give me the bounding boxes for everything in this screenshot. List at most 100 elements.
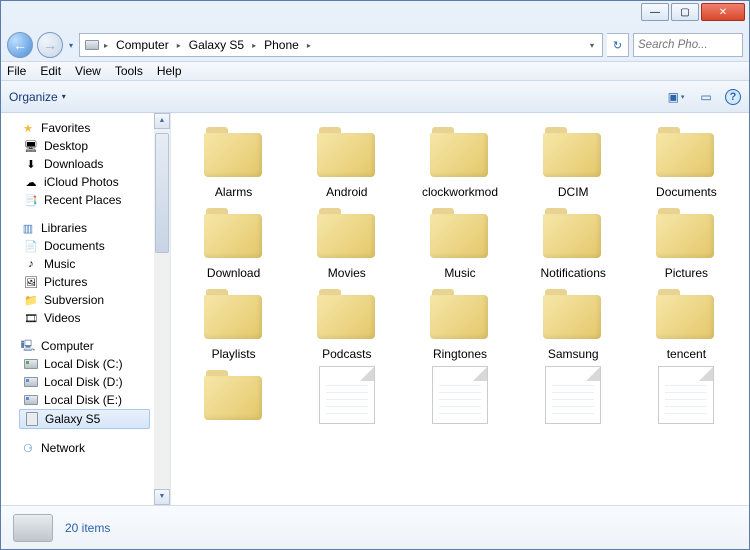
sidebar-item-icloud-photos[interactable]: ☁iCloud Photos xyxy=(1,173,152,191)
scroll-up-button[interactable]: ▲ xyxy=(154,113,170,129)
titlebar[interactable]: — ▢ ✕ xyxy=(1,1,749,29)
sidebar-item-label: Local Disk (E:) xyxy=(44,393,122,407)
folder-item[interactable]: Samsung xyxy=(517,285,630,362)
view-mode-button[interactable]: ▣ ▾ xyxy=(665,87,687,107)
breadcrumb-computer[interactable]: Computer xyxy=(112,38,173,52)
item-label: DCIM xyxy=(558,185,589,200)
desktop-icon: 🖥 xyxy=(23,139,39,153)
content-pane[interactable]: AlarmsAndroid clockworkmod DCIM Documents Do… xyxy=(171,113,749,505)
folder-item[interactable]: Music xyxy=(403,204,516,281)
sidebar-item-desktop[interactable]: 🖥 Desktop xyxy=(1,137,152,155)
folder-item[interactable]: Ringtones xyxy=(403,285,516,362)
folder-item[interactable]: Playlists xyxy=(177,285,290,362)
navigation-pane[interactable]: ★ Favorites 🖥 Desktop ⬇Downloads ☁iCloud … xyxy=(1,113,171,505)
search-input[interactable] xyxy=(634,34,742,56)
sidebar-item-documents[interactable]: 📄Documents xyxy=(1,237,152,255)
menu-help[interactable]: Help xyxy=(157,64,182,78)
back-button[interactable]: ← xyxy=(7,32,33,58)
menu-tools[interactable]: Tools xyxy=(115,64,143,78)
breadcrumb-sep-icon[interactable]: ▸ xyxy=(252,41,256,50)
sidebar-item-label: Desktop xyxy=(44,139,88,153)
folder-item[interactable] xyxy=(177,366,290,443)
libraries-header[interactable]: ▥ Libraries xyxy=(1,219,152,237)
folder-item[interactable]: Notifications xyxy=(517,204,630,281)
close-button[interactable]: ✕ xyxy=(701,3,745,21)
toolbar: Organize ▾ ▣ ▾ ▭ ? xyxy=(1,81,749,113)
sidebar-item-label: Pictures xyxy=(44,275,87,289)
nav-scrollbar[interactable]: ▲ ▼ xyxy=(154,113,170,505)
folder-item[interactable]: DCIM xyxy=(517,123,630,200)
address-bar[interactable]: ▸ Computer ▸ Galaxy S5 ▸ Phone ▸ ▾ xyxy=(79,33,603,57)
maximize-button[interactable]: ▢ xyxy=(671,3,699,21)
folder-icon xyxy=(650,204,722,262)
sidebar-item-downloads[interactable]: ⬇Downloads xyxy=(1,155,152,173)
folder-icon xyxy=(650,285,722,343)
item-label: Playlists xyxy=(212,347,256,362)
sidebar-item-label: Local Disk (D:) xyxy=(44,375,123,389)
folder-item[interactable]: tencent xyxy=(630,285,743,362)
folder-item[interactable]: clockworkmod xyxy=(403,123,516,200)
sidebar-item-local-disk-c[interactable]: Local Disk (C:) xyxy=(1,355,152,373)
sidebar-item-pictures[interactable]: 🖼Pictures xyxy=(1,273,152,291)
videos-icon: 🎞 xyxy=(23,311,39,325)
file-item[interactable] xyxy=(290,366,403,443)
folder-item[interactable]: Alarms xyxy=(177,123,290,200)
folder-item[interactable]: Android xyxy=(290,123,403,200)
favorites-label: Favorites xyxy=(41,121,90,135)
sidebar-item-music[interactable]: ♪Music xyxy=(1,255,152,273)
folder-icon xyxy=(424,285,496,343)
breadcrumb-sep-icon[interactable]: ▸ xyxy=(177,41,181,50)
organize-button[interactable]: Organize ▾ xyxy=(9,90,66,104)
folder-icon xyxy=(311,123,383,181)
menu-view[interactable]: View xyxy=(75,64,101,78)
folder-item[interactable]: Podcasts xyxy=(290,285,403,362)
search-box[interactable] xyxy=(633,33,743,57)
sidebar-item-label: Subversion xyxy=(44,293,104,307)
network-group: ⚆ Network xyxy=(1,439,170,457)
computer-header[interactable]: 🖳 Computer xyxy=(1,337,152,355)
sidebar-item-label: Downloads xyxy=(44,157,103,171)
folder-icon xyxy=(537,123,609,181)
folder-item[interactable]: Documents xyxy=(630,123,743,200)
preview-pane-button[interactable]: ▭ xyxy=(695,87,717,107)
folder-icon: 📁 xyxy=(23,293,39,307)
menu-file[interactable]: File xyxy=(7,64,26,78)
sidebar-item-galaxy-s5[interactable]: Galaxy S5 xyxy=(19,409,150,429)
sidebar-item-label: Local Disk (C:) xyxy=(44,357,123,371)
item-label: clockworkmod xyxy=(422,185,498,200)
item-label: Music xyxy=(444,266,475,281)
breadcrumb-phone[interactable]: Phone xyxy=(260,38,303,52)
sidebar-item-label: iCloud Photos xyxy=(44,175,119,189)
file-item[interactable] xyxy=(630,366,743,443)
file-item[interactable] xyxy=(517,366,630,443)
network-header[interactable]: ⚆ Network xyxy=(1,439,152,457)
address-dropdown-button[interactable]: ▾ xyxy=(586,41,598,50)
file-icon xyxy=(432,366,488,424)
refresh-button[interactable]: ↻ xyxy=(607,33,629,57)
sidebar-item-subversion[interactable]: 📁 Subversion xyxy=(1,291,152,309)
help-button[interactable]: ? xyxy=(725,89,741,105)
favorites-header[interactable]: ★ Favorites xyxy=(1,119,152,137)
breadcrumb-sep-icon[interactable]: ▸ xyxy=(307,41,311,50)
status-bar: 20 items xyxy=(1,505,749,549)
item-label: Notifications xyxy=(541,266,606,281)
recent-locations-button[interactable]: ▾ xyxy=(67,41,75,50)
file-item[interactable] xyxy=(403,366,516,443)
sidebar-item-recent-places[interactable]: 📑Recent Places xyxy=(1,191,152,209)
file-icon xyxy=(658,366,714,424)
menu-edit[interactable]: Edit xyxy=(40,64,61,78)
libraries-label: Libraries xyxy=(41,221,87,235)
drive-icon xyxy=(23,357,39,371)
menu-bar: File Edit View Tools Help xyxy=(1,61,749,81)
forward-button[interactable]: → xyxy=(37,32,63,58)
folder-item[interactable]: Pictures xyxy=(630,204,743,281)
minimize-button[interactable]: — xyxy=(641,3,669,21)
sidebar-item-local-disk-d[interactable]: Local Disk (D:) xyxy=(1,373,152,391)
breadcrumb-galaxy-s5[interactable]: Galaxy S5 xyxy=(185,38,248,52)
folder-item[interactable]: Download xyxy=(177,204,290,281)
scroll-thumb[interactable] xyxy=(155,133,169,253)
sidebar-item-local-disk-e[interactable]: Local Disk (E:) xyxy=(1,391,152,409)
folder-item[interactable]: Movies xyxy=(290,204,403,281)
scroll-down-button[interactable]: ▼ xyxy=(154,489,170,505)
sidebar-item-videos[interactable]: 🎞Videos xyxy=(1,309,152,327)
